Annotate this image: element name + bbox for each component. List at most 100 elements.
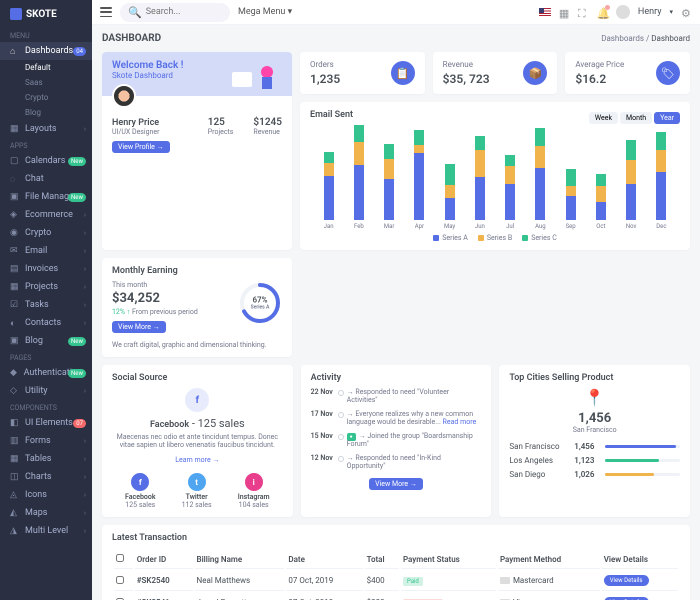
welcome-illustration (227, 57, 287, 92)
activity-item: 15 Nov●→ Joined the group "Boardsmanship… (311, 432, 482, 448)
search-icon: 🔍 (128, 6, 142, 19)
nav-ecommerce[interactable]: ◈Ecommerce› (0, 206, 92, 224)
stat-avg-price: Average Price$16.2 🏷 (565, 52, 690, 94)
nav-dashboards[interactable]: ⌂Dashboards04 (0, 42, 92, 60)
apps-icon[interactable]: ▦ (559, 7, 570, 18)
settings-icon[interactable]: ⚙ (681, 7, 692, 18)
period-year[interactable]: Year (654, 112, 680, 124)
auth-icon: ◆ (10, 368, 19, 378)
tables-icon: ▦ (10, 454, 20, 464)
transactions-card: Latest Transaction Order ID Billing Name… (102, 525, 690, 600)
mega-menu-button[interactable]: Mega Menu ▾ (238, 7, 292, 17)
nav-utility[interactable]: ◇Utility› (0, 382, 92, 400)
profile-avatar (112, 84, 136, 108)
nav-sub-blog[interactable]: Blog (0, 105, 92, 120)
language-flag[interactable] (539, 8, 551, 16)
nav-forms[interactable]: ▥Forms› (0, 432, 92, 450)
earning-view-more-button[interactable]: View More → (112, 321, 166, 333)
stat-revenue: Revenue$35, 723 📦 (433, 52, 558, 94)
nav-contacts[interactable]: ◐Contacts› (0, 314, 92, 332)
nav-tables[interactable]: ▦Tables› (0, 450, 92, 468)
view-profile-button[interactable]: View Profile → (112, 141, 170, 153)
top-cities-card: Top Cities Selling Product 📍 1,456 San F… (499, 365, 690, 517)
activity-read-more-link[interactable]: Read more (443, 418, 477, 426)
city-row: Los Angeles1,123 (509, 456, 680, 465)
logo[interactable]: SKOTE (0, 0, 92, 28)
social-learn-more-link[interactable]: Learn more → (175, 456, 219, 464)
activity-card: Activity 22 Nov→ Responded to need "Volu… (301, 365, 492, 517)
nav-calendars[interactable]: ▢CalendarsNew (0, 152, 92, 170)
earning-radial-chart: 67%Series A (238, 281, 282, 325)
orders-icon: 📋 (391, 61, 415, 85)
page-title: DASHBOARD (102, 33, 161, 44)
icons-icon: ◬ (10, 490, 20, 500)
profile-role: UI/UX Designer (112, 128, 160, 136)
ui-icon: ◧ (10, 418, 20, 428)
select-all-checkbox[interactable] (116, 554, 124, 562)
nav-crypto[interactable]: ◉Crypto› (0, 224, 92, 242)
nav-chat[interactable]: ◌Chat (0, 170, 92, 188)
nav-projects[interactable]: ▦Projects› (0, 278, 92, 296)
social-platform-icon: f (131, 473, 149, 491)
nav-file-manager[interactable]: ▣File ManagerNew (0, 188, 92, 206)
calendar-icon: ▢ (10, 156, 20, 166)
nav-maps[interactable]: ◭Maps› (0, 504, 92, 522)
social-platform-icon: i (245, 473, 263, 491)
social-item: tTwitter112 sales (182, 473, 212, 509)
period-month[interactable]: Month (620, 112, 652, 124)
activity-view-more-button[interactable]: View More → (369, 478, 423, 490)
row-checkbox[interactable] (116, 576, 124, 584)
nav-email[interactable]: ✉Email› (0, 242, 92, 260)
city-row: San Diego1,026 (509, 470, 680, 479)
nav-charts[interactable]: ◫Charts› (0, 468, 92, 486)
charts-icon: ◫ (10, 472, 20, 482)
chart-legend: Series A Series B Series C (310, 234, 680, 242)
nav-section-menu: MENU (0, 28, 92, 42)
mail-icon: ✉ (10, 246, 20, 256)
multi-icon: ◮ (10, 526, 20, 536)
location-icon: 📍 (509, 388, 680, 407)
social-item: fFacebook125 sales (125, 473, 155, 509)
user-avatar[interactable] (616, 5, 630, 19)
price-icon: 🏷 (656, 61, 680, 85)
projects-icon: ▦ (10, 282, 20, 292)
nav-icons[interactable]: ◬Icons› (0, 486, 92, 504)
nav-sub-saas[interactable]: Saas (0, 75, 92, 90)
invoice-icon: ▤ (10, 264, 20, 274)
social-platform-icon: t (188, 473, 206, 491)
city-row: San Francisco1,456 (509, 442, 680, 451)
social-item: iInstagram104 sales (238, 473, 270, 509)
nav-section-pages: PAGES (0, 350, 92, 364)
utility-icon: ◇ (10, 386, 20, 396)
email-chart: JanFebMarAprMayJunJulAugSepOctNovDec (310, 130, 680, 230)
nav-multi-level[interactable]: ◮Multi Level› (0, 522, 92, 540)
nav-invoices[interactable]: ▤Invoices› (0, 260, 92, 278)
period-week[interactable]: Week (589, 112, 618, 124)
crypto-icon: ◉ (10, 228, 20, 238)
nav-sub-default[interactable]: Default (0, 60, 92, 75)
revenue-icon: 📦 (523, 61, 547, 85)
chat-icon: ◌ (10, 174, 20, 184)
nav-ui-elements[interactable]: ◧UI Elements07 (0, 414, 92, 432)
nav-authentication[interactable]: ◆AuthenticationNew (0, 364, 92, 382)
stat-orders: Orders1,235 📋 (300, 52, 425, 94)
activity-item: 17 Nov→ Everyone realizes why a new comm… (311, 410, 482, 426)
search-box[interactable]: 🔍 (120, 3, 230, 22)
folder-icon: ▣ (10, 192, 20, 202)
view-details-button[interactable]: View Details (604, 575, 649, 586)
nav-tasks[interactable]: ☑Tasks› (0, 296, 92, 314)
maps-icon: ◭ (10, 508, 20, 518)
user-name[interactable]: Henry (638, 7, 662, 17)
notification-icon[interactable]: 🔔 (597, 7, 608, 18)
nav-layouts[interactable]: ▦Layouts› (0, 120, 92, 138)
transaction-row: #SK2540Neal Matthews07 Oct, 2019$400Paid… (114, 571, 678, 591)
search-input[interactable] (146, 7, 226, 17)
menu-toggle-button[interactable] (100, 7, 112, 17)
nav-blog[interactable]: ▣BlogNew (0, 332, 92, 350)
nav-sub-crypto[interactable]: Crypto (0, 90, 92, 105)
forms-icon: ▥ (10, 436, 20, 446)
fullscreen-icon[interactable]: ⛶ (578, 7, 589, 18)
layout-icon: ▦ (10, 124, 20, 134)
welcome-card: Welcome Back ! Skote Dashboard Henry Pri… (102, 52, 292, 250)
contacts-icon: ◐ (10, 318, 20, 328)
